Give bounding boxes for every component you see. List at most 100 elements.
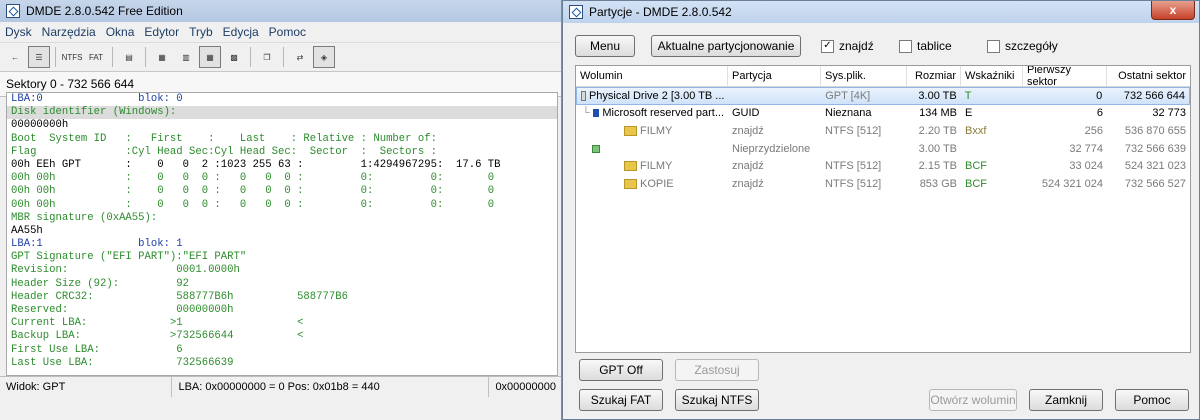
cell-first-sector: 524 321 024: [1041, 177, 1103, 190]
toolbar-partitions-icon[interactable]: ⇄: [289, 46, 311, 68]
hex-line: Boot System ID : First : Last : Relative…: [11, 132, 437, 145]
hex-line: 00h 00h : 0 0 0 : 0 0 0 : 0: 0: 0: [11, 198, 495, 211]
hex-line: 00000000h: [11, 119, 69, 132]
found-checkbox-box[interactable]: ✓: [821, 39, 834, 53]
close-button[interactable]: Zamknij: [1029, 389, 1103, 411]
menu-tryb[interactable]: Tryb: [184, 25, 218, 39]
menu-okna[interactable]: Okna: [101, 25, 140, 39]
cell-volume: KOPIE: [576, 175, 728, 193]
details-checkbox-box[interactable]: [987, 39, 1000, 53]
toolbar-copy-icon[interactable]: ❐: [256, 46, 278, 68]
cell-size: 2.20 TB: [918, 124, 957, 137]
main-title-bar[interactable]: DMDE 2.8.0.542 Free Edition: [0, 0, 561, 22]
cell-first-sector: 33 024: [1069, 160, 1103, 173]
sector-template-view[interactable]: LBA:0 blok: 0 Disk identifier (Windows):…: [6, 92, 558, 376]
table-row[interactable]: KOPIE znajdź NTFS [512] 853 GB BCF 524 3…: [576, 175, 1190, 193]
partitions-window: Partycje - DMDE 2.8.0.542 x Menu Aktualn…: [562, 0, 1200, 420]
cell-filesystem: NTFS [512]: [825, 160, 882, 173]
col-first-sector[interactable]: Pierwszy sektor: [1023, 66, 1107, 88]
help-button[interactable]: Pomoc: [1115, 389, 1189, 411]
cell-volume-text: KOPIE: [640, 177, 674, 190]
cell-flags: Bxxf: [965, 124, 987, 137]
found-checkbox-label: znajdź: [839, 39, 874, 53]
toolbar-template-view-icon[interactable]: ▦: [199, 46, 221, 68]
hex-line: MBR signature (0xAA55):: [11, 211, 158, 224]
cell-size: 3.00 TB: [918, 142, 957, 155]
status-position: LBA: 0x00000000 = 0 Pos: 0x01b8 = 440: [172, 377, 490, 397]
folder-icon: [624, 178, 637, 189]
menu-edycja[interactable]: Edycja: [218, 25, 264, 39]
cell-flags: [961, 140, 1023, 158]
cell-size: 853 GB: [919, 177, 957, 190]
details-checkbox-label: szczegóły: [1005, 39, 1058, 53]
toolbar-separator: [145, 47, 146, 67]
menu-pomoc[interactable]: Pomoc: [264, 25, 311, 39]
table-row[interactable]: Physical Drive 2 [3.00 TB ... GPT [4K] 3…: [576, 87, 1190, 105]
gpt-off-button[interactable]: GPT Off: [579, 359, 663, 381]
search-fat-button[interactable]: Szukaj FAT: [579, 389, 663, 411]
cell-size: 134 MB: [919, 107, 957, 120]
hex-line: 00h 00h : 0 0 0 : 0 0 0 : 0: 0: 0: [11, 185, 495, 198]
cell-first-sector: 6: [1096, 107, 1103, 120]
drive-icon: [581, 90, 586, 101]
col-volume[interactable]: Wolumin: [576, 66, 728, 86]
toolbar-ntfs-button[interactable]: NTFS: [61, 46, 83, 68]
partitions-title-bar[interactable]: Partycje - DMDE 2.8.0.542: [563, 1, 1199, 23]
toolbar-fat-button[interactable]: FAT: [85, 46, 107, 68]
search-ntfs-button[interactable]: Szukaj NTFS: [675, 389, 759, 411]
col-partition[interactable]: Partycja: [728, 66, 821, 86]
toolbar-list-icon[interactable]: ☰: [28, 46, 50, 68]
cell-last-sector: 536 870 655: [1124, 124, 1186, 137]
toolbar-separator: [55, 47, 56, 67]
found-checkbox[interactable]: ✓ znajdź: [821, 39, 874, 53]
reserved-partition-icon: [592, 109, 600, 118]
folder-icon: [624, 125, 637, 136]
cell-last-sector: 32 773: [1152, 107, 1186, 120]
hex-line: 00h 00h : 0 0 0 : 0 0 0 : 0: 0: 0: [11, 172, 495, 185]
table-header: Wolumin Partycja Sys.plik. Rozmiar Wskaź…: [576, 66, 1190, 88]
cell-size: 3.00 TB: [918, 89, 957, 102]
cell-partition: [728, 88, 821, 104]
cell-volume-text: Physical Drive 2 [3.00 TB ...: [588, 89, 725, 102]
menu-edytor[interactable]: Edytor: [139, 25, 184, 39]
cell-volume-text: FILMY: [640, 124, 673, 137]
toolbar-page-icon[interactable]: ▤: [118, 46, 140, 68]
hex-line: LBA:1 blok: 1: [11, 238, 183, 251]
cell-first-sector: 256: [1084, 124, 1103, 137]
toolbar-grid-view-icon[interactable]: ▩: [223, 46, 245, 68]
current-partitioning-button[interactable]: Aktualne partycjonowanie: [651, 35, 801, 57]
hex-line: Header Size (92): 92: [11, 277, 190, 290]
toolbar: ← ☰ NTFS FAT ▤ ▦ ▥ ▦ ▩ ❐ ⇄ ◈: [0, 43, 561, 72]
tables-checkbox-box[interactable]: [899, 39, 912, 53]
table-row[interactable]: Nieprzydzielone 3.00 TB 32 774 732 566 6…: [576, 140, 1190, 158]
hex-line: Disk identifier (Windows):: [7, 106, 557, 120]
toolbar-back-icon[interactable]: ←: [4, 46, 26, 68]
cell-first-sector: 0: [1096, 89, 1103, 102]
table-row[interactable]: FILMY znajdź NTFS [512] 2.20 TB Bxxf 256…: [576, 122, 1190, 140]
open-volume-button[interactable]: Otwórz wolumin: [929, 389, 1017, 411]
menu-dysk[interactable]: Dysk: [0, 25, 37, 39]
table-row[interactable]: └ Microsoft reserved part... GUID Nieznan…: [576, 105, 1190, 123]
cell-partition: Nieprzydzielone: [732, 142, 811, 155]
col-filesystem[interactable]: Sys.plik.: [821, 66, 907, 86]
cell-volume: [576, 140, 728, 158]
toolbar-dmde-logo-icon[interactable]: ◈: [313, 46, 335, 68]
partitions-window-title: Partycje - DMDE 2.8.0.542: [589, 5, 732, 19]
toolbar-text-view-icon[interactable]: ▥: [175, 46, 197, 68]
details-checkbox[interactable]: szczegóły: [987, 39, 1058, 53]
toolbar-hex-view-icon[interactable]: ▦: [151, 46, 173, 68]
cell-last-sector: 524 321 023: [1124, 160, 1186, 173]
window-close-button[interactable]: x: [1151, 1, 1195, 20]
col-flags[interactable]: Wskaźniki: [961, 66, 1023, 86]
table-row[interactable]: FILMY znajdź NTFS [512] 2.15 TB BCF 33 0…: [576, 157, 1190, 175]
toolbar-separator: [112, 47, 113, 67]
col-last-sector[interactable]: Ostatni sektor: [1107, 66, 1190, 86]
tables-checkbox[interactable]: tablice: [899, 39, 952, 53]
hex-line: First Use LBA: 6: [11, 343, 183, 356]
apply-button[interactable]: Zastosuj: [675, 359, 759, 381]
main-window-title: DMDE 2.8.0.542 Free Edition: [26, 4, 183, 18]
hex-line: GPT Signature ("EFI PART"):"EFI PART": [11, 251, 247, 264]
col-size[interactable]: Rozmiar: [907, 66, 961, 86]
menu-button[interactable]: Menu: [575, 35, 635, 57]
menu-narzedzia[interactable]: Narzędzia: [37, 25, 101, 39]
